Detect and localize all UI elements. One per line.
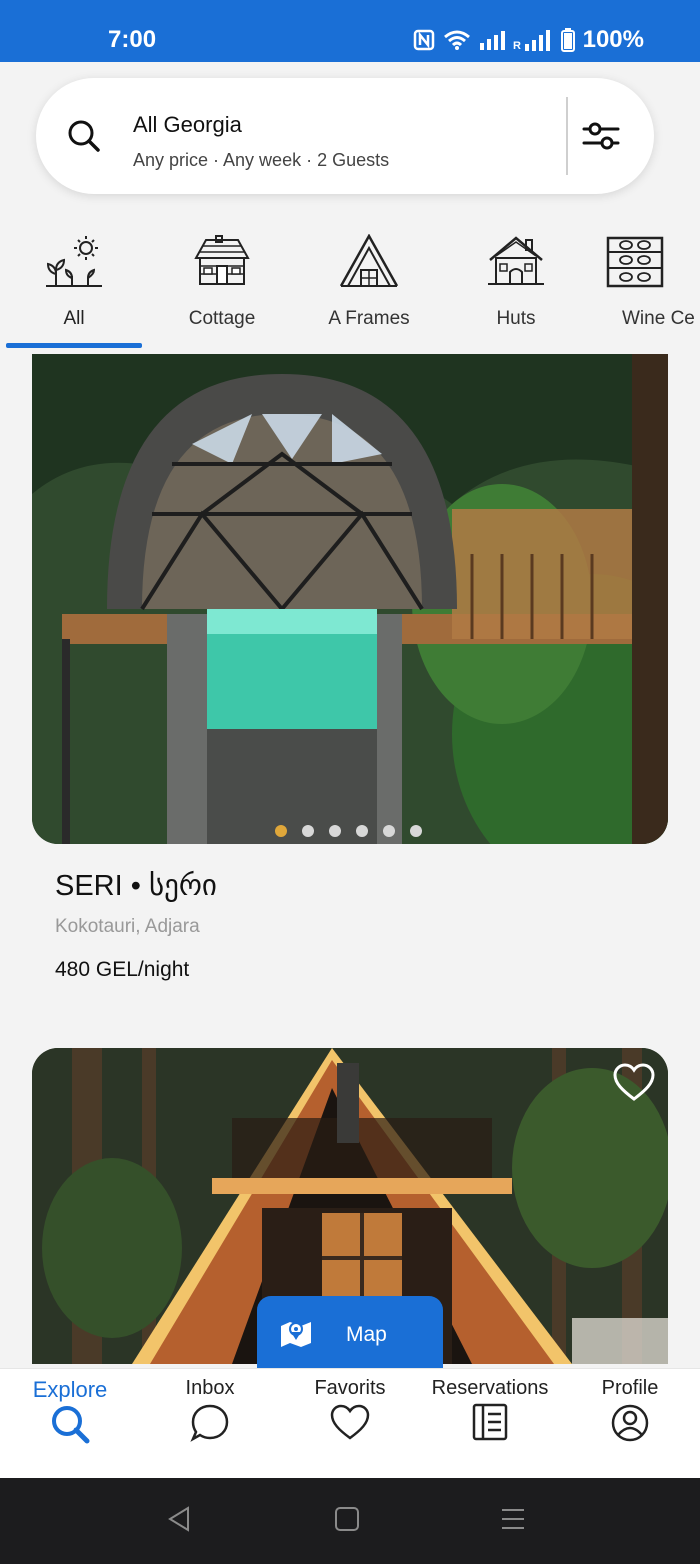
nav-favorites[interactable]: Favorits bbox=[280, 1369, 420, 1479]
carousel-dot[interactable] bbox=[410, 825, 422, 837]
nfc-icon bbox=[413, 29, 434, 51]
recent-apps-icon[interactable] bbox=[500, 1505, 526, 1533]
filter-sliders-icon[interactable] bbox=[582, 118, 620, 154]
search-summary: Any price · Any week · 2 Guests bbox=[133, 150, 390, 170]
map-button[interactable]: Map bbox=[257, 1296, 443, 1376]
cottage-icon bbox=[194, 235, 250, 285]
carousel-dot[interactable] bbox=[329, 825, 341, 837]
nav-inbox[interactable]: Inbox bbox=[140, 1369, 280, 1479]
chat-bubble-icon bbox=[190, 1404, 229, 1442]
map-button-label: Map bbox=[346, 1323, 387, 1346]
back-icon[interactable] bbox=[166, 1505, 192, 1533]
system-navigation-bar bbox=[0, 1478, 700, 1564]
nav-reservations-label: Reservations bbox=[431, 1377, 549, 1399]
tab-wine-cellar[interactable]: Wine Ce bbox=[594, 226, 700, 350]
battery-percent: 100% bbox=[582, 26, 644, 53]
home-icon[interactable] bbox=[334, 1505, 360, 1533]
roaming-signal-icon: R bbox=[513, 30, 550, 51]
listing-photo[interactable] bbox=[32, 354, 668, 844]
nav-profile-label: Profile bbox=[601, 1377, 659, 1399]
carousel-dot[interactable] bbox=[356, 825, 368, 837]
listing-price: 480 GEL/night bbox=[55, 958, 190, 981]
dome-treehouse-with-glass-pool-photo bbox=[32, 354, 668, 844]
tab-all-label: All bbox=[63, 308, 85, 329]
nav-inbox-label: Inbox bbox=[185, 1377, 235, 1399]
hut-icon bbox=[488, 236, 544, 285]
bottom-navigation: Explore Inbox Favorits Reservations Prof… bbox=[0, 1368, 700, 1479]
nav-explore[interactable]: Explore bbox=[0, 1369, 140, 1479]
carousel-dot[interactable] bbox=[383, 825, 395, 837]
listing-title[interactable]: SERI • სერი bbox=[55, 868, 217, 903]
map-icon bbox=[281, 1322, 311, 1347]
tab-wine-cellar-label: Wine Ce bbox=[622, 308, 695, 329]
svg-text:R: R bbox=[513, 40, 521, 51]
tab-a-frames-label: A Frames bbox=[328, 308, 410, 329]
nav-favorites-label: Favorits bbox=[314, 1377, 386, 1399]
a-frame-icon bbox=[339, 234, 399, 287]
tab-cottage-label: Cottage bbox=[188, 308, 256, 329]
wifi-icon bbox=[443, 30, 470, 50]
battery-icon bbox=[560, 28, 575, 52]
search-icon bbox=[52, 1406, 90, 1444]
search-bar[interactable]: All Georgia Any price · Any week · 2 Gue… bbox=[36, 78, 654, 194]
search-location: All Georgia bbox=[133, 112, 242, 137]
tab-cottage[interactable]: Cottage bbox=[152, 226, 292, 350]
nav-profile[interactable]: Profile bbox=[560, 1369, 700, 1479]
active-tab-indicator bbox=[6, 343, 142, 348]
favorite-heart-icon[interactable] bbox=[612, 1062, 656, 1102]
tab-a-frames[interactable]: A Frames bbox=[299, 226, 439, 350]
status-time: 7:00 bbox=[108, 26, 157, 53]
carousel-dot-active[interactable] bbox=[275, 825, 287, 837]
listing-location: Kokotauri, Adjara bbox=[55, 916, 200, 937]
status-icons: R 100% bbox=[413, 26, 644, 54]
signal-icon bbox=[479, 31, 505, 50]
profile-icon bbox=[611, 1404, 649, 1442]
nav-explore-label: Explore bbox=[32, 1377, 108, 1402]
carousel-dot[interactable] bbox=[302, 825, 314, 837]
tab-all[interactable]: All bbox=[4, 226, 144, 350]
tab-huts[interactable]: Huts bbox=[446, 226, 586, 350]
heart-icon bbox=[330, 1404, 370, 1440]
sun-plants-icon bbox=[46, 236, 102, 287]
nav-reservations[interactable]: Reservations bbox=[420, 1369, 560, 1479]
photo-carousel-dots bbox=[275, 825, 422, 837]
status-bar: 7:00 R 100% bbox=[0, 0, 700, 62]
search-divider bbox=[566, 97, 568, 175]
document-icon bbox=[472, 1403, 508, 1441]
category-tabs: All Cottage A Frames Huts Wine Ce bbox=[0, 226, 700, 350]
tab-huts-label: Huts bbox=[496, 308, 536, 329]
wine-cellar-icon bbox=[606, 236, 664, 288]
search-icon bbox=[68, 120, 100, 152]
